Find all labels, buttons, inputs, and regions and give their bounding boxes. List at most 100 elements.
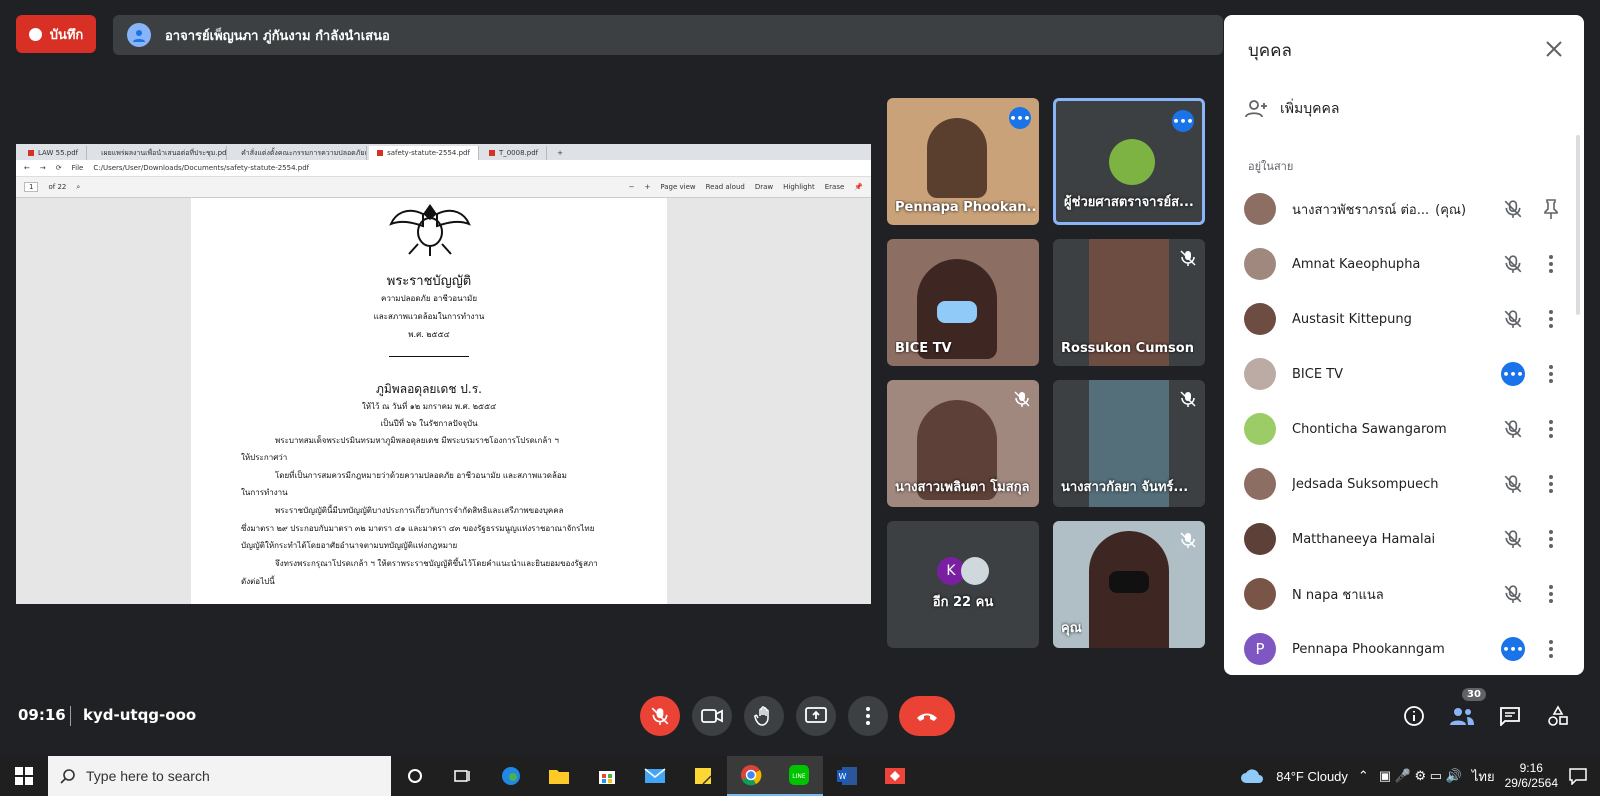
- more-vert-icon[interactable]: [1538, 526, 1564, 552]
- line-app-icon[interactable]: LINE: [775, 756, 823, 796]
- mic-toggle-button[interactable]: [640, 696, 680, 736]
- highlight-button[interactable]: Highlight: [783, 183, 815, 191]
- video-tile[interactable]: นางสาวเพลินตา โมสกุล: [887, 380, 1039, 507]
- word-icon[interactable]: W: [823, 756, 871, 796]
- more-vert-icon[interactable]: [1538, 251, 1564, 277]
- forward-icon[interactable]: →: [40, 164, 46, 172]
- taskbar-search-box[interactable]: Type here to search: [48, 756, 391, 796]
- tray-icons[interactable]: ▣ 🎤 ⚙ ▭ 🔊: [1379, 768, 1462, 784]
- mic-off-icon[interactable]: [1500, 306, 1526, 332]
- add-people-button[interactable]: เพิ่มบุคคล: [1244, 97, 1339, 121]
- video-tile[interactable]: นางสาวกัลยา จันทร์...: [1053, 380, 1205, 507]
- activities-button[interactable]: [1544, 702, 1572, 730]
- doc-divider: [389, 356, 469, 357]
- mic-off-icon[interactable]: [1500, 251, 1526, 277]
- url-text: C:/Users/User/Downloads/Documents/safety…: [93, 164, 310, 172]
- doc-para: บัญญัติให้กระทำได้โดยอาศัยอำนาจตามบทบัญญ…: [241, 541, 458, 550]
- participant-row[interactable]: Chonticha Sawangarom: [1244, 401, 1564, 457]
- pin-icon[interactable]: [1538, 196, 1564, 222]
- erase-button[interactable]: Erase: [825, 183, 845, 191]
- doc-para: ดังต่อไปนี้: [241, 577, 275, 586]
- page-view-button[interactable]: Page view: [660, 183, 695, 191]
- start-button[interactable]: [0, 756, 48, 796]
- raise-hand-button[interactable]: [744, 696, 784, 736]
- anydesk-icon[interactable]: [871, 756, 919, 796]
- browser-tab-active[interactable]: safety-statute-2554.pdf: [369, 146, 479, 160]
- doc-king: ภูมิพลอดุลยเดช ป.ร.: [375, 382, 482, 396]
- video-tile-pinned[interactable]: ••• ผู้ช่วยศาสตราจารย์ส...: [1053, 98, 1205, 225]
- more-participants-tile[interactable]: K อีก 22 คน: [887, 521, 1039, 648]
- cortana-icon[interactable]: [391, 756, 439, 796]
- address-bar[interactable]: ← → ⟳ File C:/Users/User/Downloads/Docum…: [16, 160, 871, 177]
- mic-off-icon: [1180, 250, 1196, 266]
- mail-icon[interactable]: [631, 756, 679, 796]
- file-explorer-icon[interactable]: [535, 756, 583, 796]
- participant-row[interactable]: Matthaneeya Hamalai: [1244, 511, 1564, 567]
- participant-row[interactable]: Jedsada Suksompuech: [1244, 456, 1564, 512]
- language-indicator[interactable]: ไทย: [1472, 766, 1495, 787]
- camera-toggle-button[interactable]: [692, 696, 732, 736]
- store-icon[interactable]: [583, 756, 631, 796]
- read-aloud-button[interactable]: Read aloud: [706, 183, 745, 191]
- meeting-details-button[interactable]: [1400, 702, 1428, 730]
- speaking-indicator-icon[interactable]: •••: [1500, 636, 1526, 662]
- mic-off-icon[interactable]: [1500, 471, 1526, 497]
- chrome-icon[interactable]: [727, 756, 775, 796]
- scrollbar[interactable]: [1576, 135, 1580, 315]
- mic-off-icon[interactable]: [1500, 196, 1526, 222]
- self-video-tile[interactable]: คุณ: [1053, 521, 1205, 648]
- zoom-out-icon[interactable]: −: [629, 183, 635, 191]
- close-icon[interactable]: [1542, 37, 1566, 61]
- browser-tab[interactable]: เผยแพร่ผลงานเพื่อนำเสนอต่อที่ประชุม.pdf: [89, 146, 228, 160]
- leave-call-button[interactable]: [899, 696, 955, 736]
- search-icon[interactable]: ⌕: [76, 183, 80, 192]
- more-vert-icon[interactable]: [1538, 361, 1564, 387]
- participant-row[interactable]: P Pennapa Phookanngam •••: [1244, 621, 1564, 677]
- participant-row[interactable]: นางสาวพัชราภรณ์ ต่อ... (คุณ): [1244, 181, 1564, 237]
- weather-text[interactable]: 84°F Cloudy: [1276, 769, 1348, 784]
- shared-screen: LAW 55.pdf เผยแพร่ผลงานเพื่อนำเสนอต่อที่…: [16, 144, 871, 604]
- more-vert-icon[interactable]: [1538, 636, 1564, 662]
- new-tab-button[interactable]: +: [549, 146, 571, 160]
- more-vert-icon[interactable]: [1538, 581, 1564, 607]
- more-options-button[interactable]: [848, 696, 888, 736]
- task-view-icon[interactable]: [439, 756, 487, 796]
- sticky-notes-icon[interactable]: [679, 756, 727, 796]
- browser-tab[interactable]: T_0008.pdf: [480, 146, 548, 160]
- reload-icon[interactable]: ⟳: [56, 164, 62, 172]
- notification-icon[interactable]: [1568, 767, 1588, 785]
- zoom-in-icon[interactable]: +: [644, 183, 650, 191]
- video-tile[interactable]: ••• Pennapa Phookan...: [887, 98, 1039, 225]
- doc-para: ในการทำงาน: [241, 488, 288, 497]
- avatar: [1244, 468, 1276, 500]
- chat-button[interactable]: [1496, 702, 1524, 730]
- participant-row[interactable]: Amnat Kaeophupha: [1244, 236, 1564, 292]
- participant-row[interactable]: Austasit Kittepung: [1244, 291, 1564, 347]
- record-button[interactable]: บันทึก: [16, 15, 96, 53]
- mic-off-icon[interactable]: [1500, 526, 1526, 552]
- clock[interactable]: 9:16 29/6/2564: [1505, 761, 1558, 791]
- mic-off-icon[interactable]: [1500, 416, 1526, 442]
- browser-tab[interactable]: LAW 55.pdf: [20, 146, 88, 160]
- more-vert-icon[interactable]: [1538, 416, 1564, 442]
- avatar: [1244, 413, 1276, 445]
- doc-para: ซึ่งมาตรา ๒๙ ประกอบกับมาตรา ๓๒ มาตรา ๔๑ …: [241, 524, 595, 533]
- chevron-up-icon[interactable]: ⌃: [1358, 768, 1369, 784]
- video-tile[interactable]: Rossukon Cumson: [1053, 239, 1205, 366]
- page-number-input[interactable]: 1: [24, 182, 39, 192]
- browser-tab[interactable]: คำสั่งแต่งตั้งคณะกรรมการความปลอดภัยและสอ…: [229, 146, 368, 160]
- mic-off-icon[interactable]: [1500, 581, 1526, 607]
- draw-button[interactable]: Draw: [755, 183, 773, 191]
- participant-row[interactable]: BICE TV •••: [1244, 346, 1564, 402]
- participant-name: N napa ชาแนล: [1292, 587, 1384, 603]
- present-screen-button[interactable]: [796, 696, 836, 736]
- speaking-indicator-icon[interactable]: •••: [1500, 361, 1526, 387]
- pin-icon[interactable]: 📌: [854, 183, 863, 191]
- participant-row[interactable]: N napa ชาแนล: [1244, 566, 1564, 622]
- edge-icon[interactable]: [487, 756, 535, 796]
- more-vert-icon[interactable]: [1538, 306, 1564, 332]
- more-vert-icon[interactable]: [1538, 471, 1564, 497]
- people-button[interactable]: [1448, 702, 1476, 730]
- back-icon[interactable]: ←: [24, 164, 30, 172]
- video-tile[interactable]: BICE TV: [887, 239, 1039, 366]
